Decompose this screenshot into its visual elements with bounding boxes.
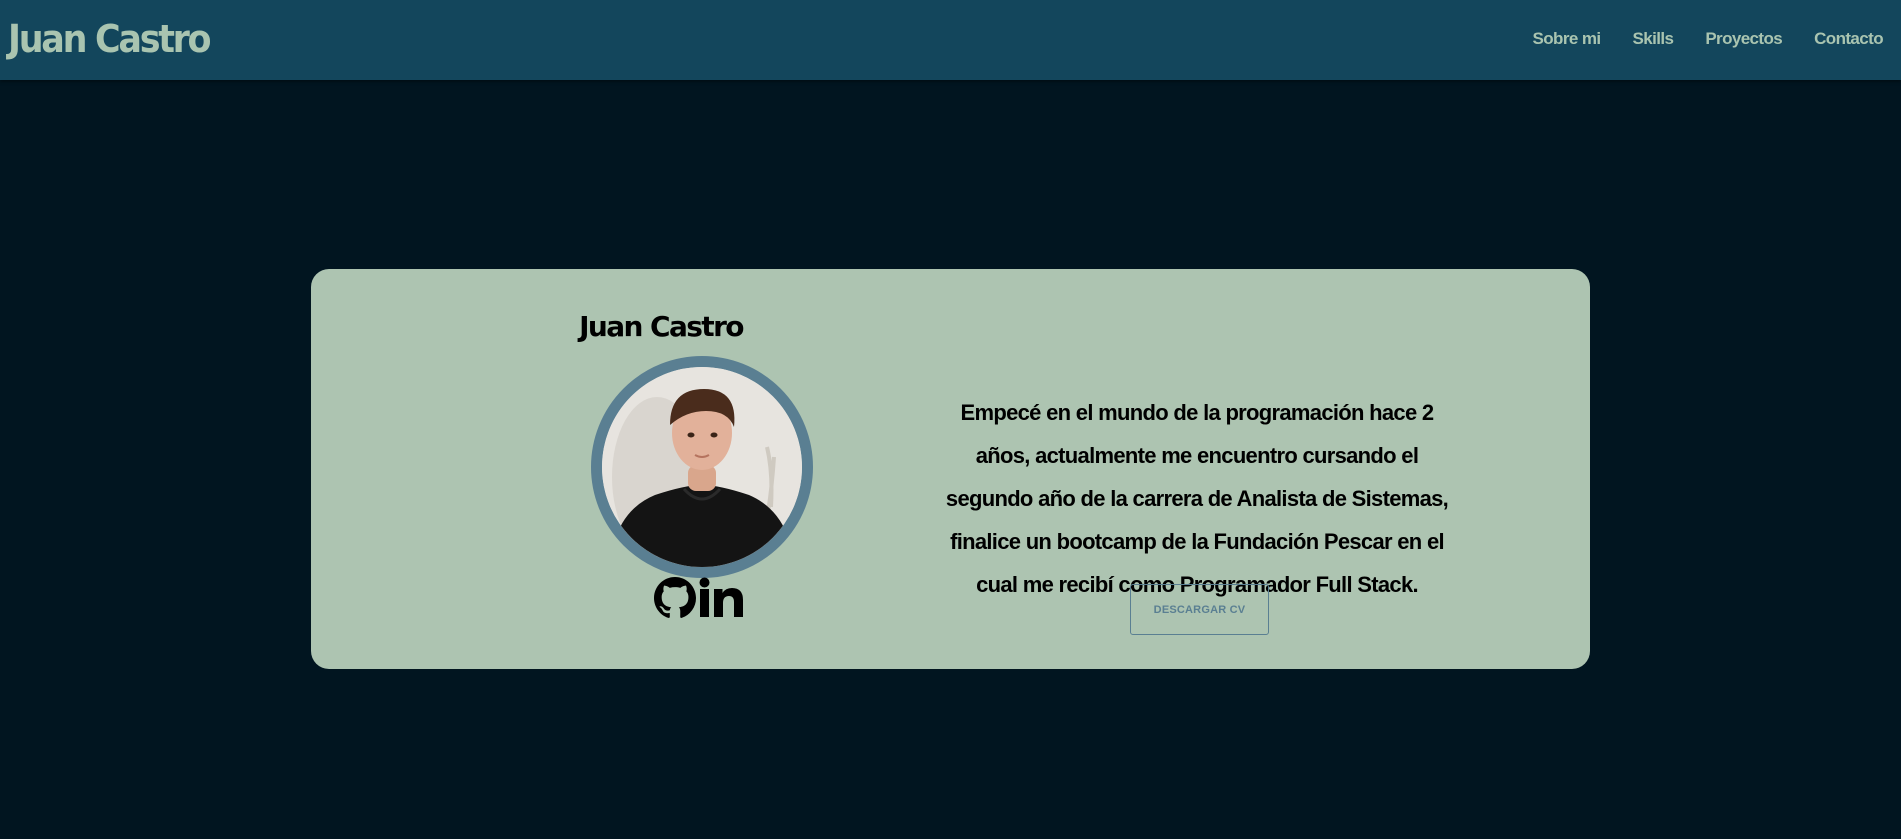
profile-name: Juan Castro — [579, 310, 744, 343]
bio-text: Empecé en el mundo de la programación ha… — [945, 400, 1449, 597]
avatar — [591, 356, 813, 578]
about-card: Juan Castro Empecé en el mundo de la pro… — [311, 269, 1590, 669]
nav-link-skills[interactable]: Skills — [1632, 27, 1673, 51]
nav-menu: Sobre mi Skills Proyectos Contacto — [1533, 27, 1884, 51]
social-links — [654, 577, 746, 624]
profile-photo — [602, 367, 802, 567]
nav-link-proyectos[interactable]: Proyectos — [1705, 27, 1782, 51]
brand-logo[interactable]: Juan Castro — [8, 14, 212, 64]
linkedin-icon[interactable] — [698, 577, 746, 624]
nav-link-contacto[interactable]: Contacto — [1814, 27, 1883, 51]
nav-link-sobre-mi[interactable]: Sobre mi — [1533, 27, 1602, 51]
navbar: Juan Castro Sobre mi Skills Proyectos Co… — [0, 0, 1901, 80]
github-icon[interactable] — [654, 577, 696, 624]
download-cv-button[interactable]: DESCARGAR CV — [1130, 584, 1269, 635]
